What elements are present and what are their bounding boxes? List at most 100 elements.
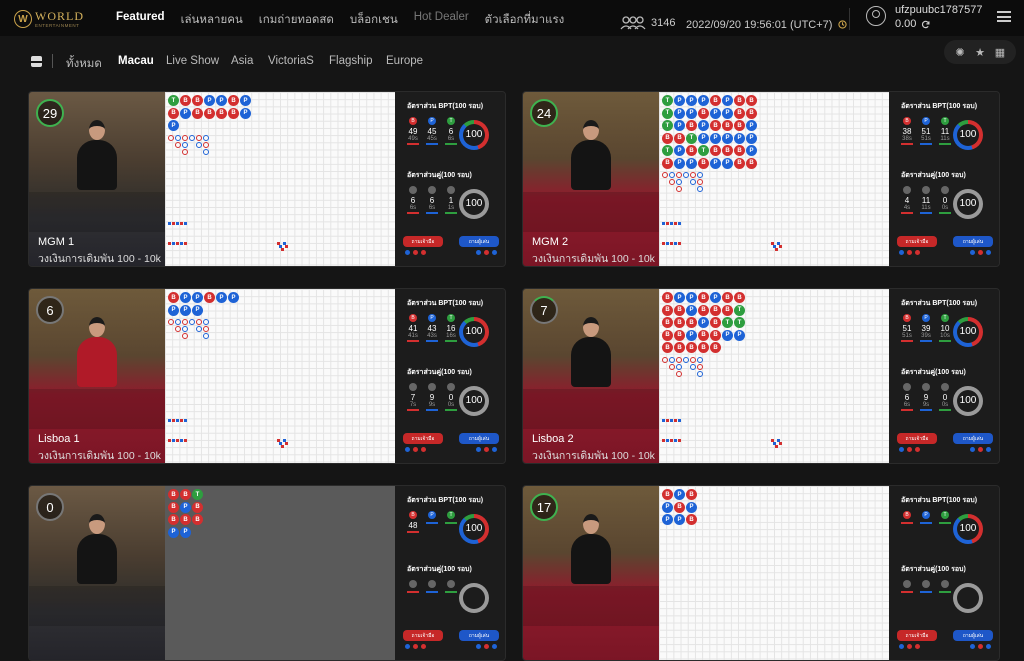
small-road-dot	[678, 242, 681, 245]
game-table-card[interactable]: 29 MGM 1 วงเงินการเดิมพัน 100 - 10k T B P B P B B…	[28, 91, 506, 267]
nav-multiplayer[interactable]: เล่นหลายคน	[181, 11, 243, 29]
ask-banker-button[interactable]: ถามเจ้ามือ	[897, 630, 937, 641]
stat-bar	[901, 340, 913, 342]
world-entertainment-logo[interactable]: W WORLD ENTERTAINMENT	[14, 8, 98, 30]
nav-live-broadcast[interactable]: เกมถ่ายทอดสด	[259, 11, 334, 29]
pair-icon	[447, 383, 455, 391]
donut-center: 100	[463, 518, 485, 540]
settings-icon[interactable]: ✺	[954, 46, 966, 59]
stat-column: B 49 49s	[405, 117, 421, 145]
bead-road-P: P	[698, 120, 709, 131]
predict-indicators	[899, 447, 991, 452]
ask-banker-button[interactable]: ถามเจ้ามือ	[897, 433, 937, 444]
tab-flagship[interactable]: Flagship	[329, 55, 372, 67]
indicator-dot	[986, 447, 991, 452]
user-avatar-icon[interactable]	[866, 6, 886, 26]
outcome-T-icon: T	[941, 117, 949, 125]
donut-center: 100	[957, 193, 979, 215]
dealer-video[interactable]: 24 MGM 2 วงเงินการเดิมพัน 100 - 10k	[523, 92, 659, 266]
logo-wordmark: WORLD ENTERTAINMENT	[35, 10, 84, 29]
ask-player-button[interactable]: ถามผู้เล่น	[953, 236, 993, 247]
bead-road-B: B	[734, 145, 745, 156]
nav-trending[interactable]: ตัวเลือกที่มาแรง	[485, 11, 565, 29]
tab-all[interactable]: ทั้งหมด	[66, 55, 102, 73]
ask-banker-button[interactable]: ถามเจ้ามือ	[403, 433, 443, 444]
donut-total: 100	[465, 326, 483, 337]
stat-column: 0 0s	[937, 383, 953, 411]
dealer-figure	[571, 514, 611, 584]
bead-road-B: B	[168, 501, 179, 513]
small-road-dot	[184, 419, 187, 422]
favorite-star-icon[interactable]: ★	[974, 46, 986, 59]
grid-view-icon[interactable]: ▦	[994, 46, 1006, 59]
stat-value: 1	[448, 196, 454, 205]
tab-victorias[interactable]: VictoriaS	[268, 55, 314, 67]
ask-banker-button[interactable]: ถามเจ้ามือ	[403, 236, 443, 247]
big-road-ring	[168, 134, 174, 141]
game-table-card[interactable]: 24 MGM 2 วงเงินการเดิมพัน 100 - 10k T T T B T B P…	[522, 91, 1000, 267]
bead-road-B: B	[686, 120, 697, 131]
nav-blockchain[interactable]: บล็อกเชน	[350, 11, 398, 29]
ask-player-button[interactable]: ถามผู้เล่น	[953, 433, 993, 444]
predict-indicators	[405, 644, 497, 649]
layout-toggle-icon[interactable]	[31, 56, 42, 67]
dealer-head	[89, 120, 105, 140]
refresh-icon[interactable]	[921, 20, 930, 29]
game-table-card[interactable]: 0 B B B P B P B P T B B อัตราส่วน BPT(100 รอบ) B 48 P T 1…	[28, 485, 506, 661]
tab-europe[interactable]: Europe	[386, 55, 423, 67]
stat-bar	[901, 522, 913, 524]
dealer-video[interactable]: 17	[523, 486, 659, 660]
game-table-card[interactable]: 17 B P P P B P B P B อัตราส่วน BPT(100 รอบ) B P T 100 อ…	[522, 485, 1000, 661]
tab-asia[interactable]: Asia	[231, 55, 253, 67]
ask-banker-button[interactable]: ถามเจ้ามือ	[403, 630, 443, 641]
big-road-ring	[697, 363, 703, 370]
donut-total: 100	[959, 326, 977, 337]
stat-value: 16	[446, 324, 456, 333]
game-table-card[interactable]: 7 Lisboa 2 วงเงินการเดิมพัน 100 - 10k B B B B B…	[522, 288, 1000, 464]
big-road-ring	[676, 179, 682, 185]
dealer-video[interactable]: 0	[29, 486, 165, 660]
ask-player-button[interactable]: ถามผู้เล่น	[953, 630, 993, 641]
dealer-video[interactable]: 29 MGM 1 วงเงินการเดิมพัน 100 - 10k	[29, 92, 165, 266]
nav-featured[interactable]: Featured	[116, 11, 165, 29]
stat-column: 7 7s	[405, 383, 421, 411]
bead-road-T: T	[662, 95, 673, 106]
bead-road-P: P	[674, 292, 685, 303]
stat-column: B	[899, 511, 915, 524]
bead-road-T: T	[662, 107, 673, 119]
ask-player-button[interactable]: ถามผู้เล่น	[459, 236, 499, 247]
dealer-video[interactable]: 7 Lisboa 2 วงเงินการเดิมพัน 100 - 10k	[523, 289, 659, 463]
hamburger-menu-icon[interactable]	[997, 11, 1011, 22]
road-map[interactable]: TTTBTBPPPBPPPPBTBPPBPPTBBPBPBPPPBPBPBBBP…	[659, 92, 889, 266]
bead-road-P: P	[674, 107, 685, 119]
logo-text: WORLD	[35, 8, 84, 23]
road-map[interactable]: BBBPBPBPTBB	[165, 486, 395, 660]
road-map[interactable]: BPPPPPBPP	[165, 289, 395, 463]
bet-limit: วงเงินการเดิมพัน 100 - 10k	[38, 450, 161, 462]
dealer-head	[89, 514, 105, 534]
ratio-donut: 100	[953, 317, 983, 347]
bead-road-B: B	[698, 342, 709, 353]
nav-hot-dealer[interactable]: Hot Dealer	[414, 11, 469, 29]
bead-road-B: B	[204, 107, 215, 119]
ask-banker-button[interactable]: ถามเจ้ามือ	[897, 236, 937, 247]
indicator-group	[476, 447, 497, 452]
ask-player-button[interactable]: ถามผู้เล่น	[459, 433, 499, 444]
road-map[interactable]: BBBBBPBBBBPPBPBBBPBBPBBBBBBTPBTTP	[659, 289, 889, 463]
road-map[interactable]: TBPBPBBPBPBBBPP	[165, 92, 395, 266]
stat-column: 6 6s	[899, 383, 915, 411]
bead-road-P: P	[168, 120, 179, 131]
logo-emblem-icon: W	[14, 10, 32, 28]
small-road-dot	[180, 222, 183, 225]
stat-sub: 45s	[427, 136, 437, 142]
dealer-video[interactable]: 6 Lisboa 1 วงเงินการเดิมพัน 100 - 10k	[29, 289, 165, 463]
ask-player-button[interactable]: ถามผู้เล่น	[459, 630, 499, 641]
road-map[interactable]: BPPPBPBPB	[659, 486, 889, 660]
game-table-card[interactable]: 6 Lisboa 1 วงเงินการเดิมพัน 100 - 10k B P P P P…	[28, 288, 506, 464]
big-road-ring	[690, 363, 696, 370]
tab-live-show[interactable]: Live Show	[166, 55, 219, 67]
tab-macau[interactable]: Macau	[118, 55, 154, 67]
bead-road-T: T	[722, 317, 733, 328]
tabs-divider	[52, 54, 53, 68]
stat-columns: 6 6s 6 6s 1 1s	[405, 186, 459, 214]
